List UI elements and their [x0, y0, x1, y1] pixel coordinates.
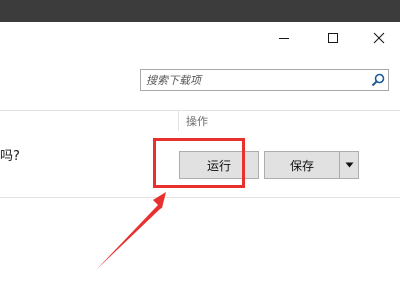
red-pointer-arrow [96, 192, 166, 270]
download-manager-screenshot: 操作 吗? 运行 保存 [0, 0, 400, 300]
